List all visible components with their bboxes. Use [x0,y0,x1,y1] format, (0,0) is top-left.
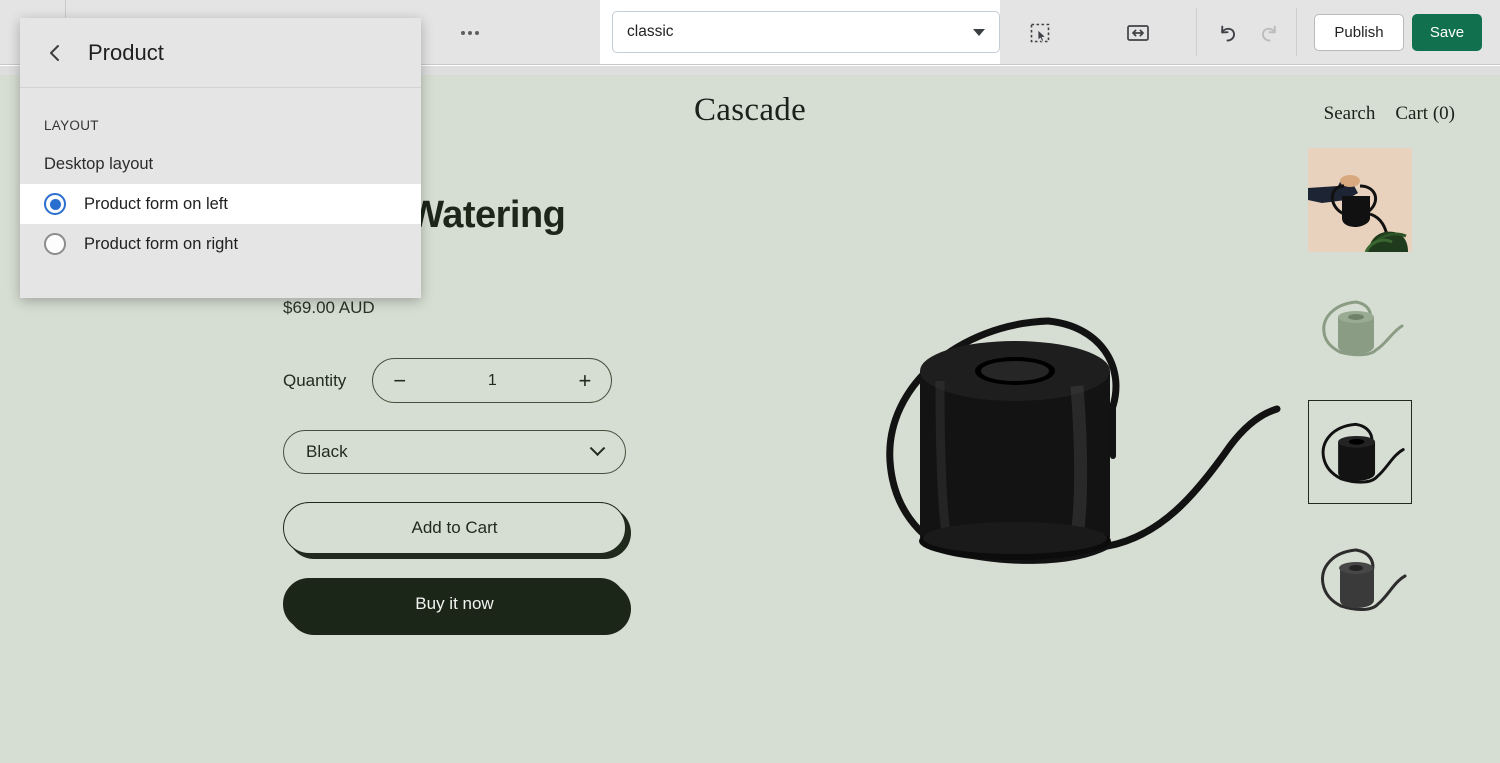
toolbar-divider [1296,8,1297,56]
ellipsis-icon [475,31,479,35]
editor-root: classic Publish Save Cascade Search Cart… [0,0,1500,763]
quantity-stepper[interactable]: − 1 + [372,358,613,403]
select-region-icon [1030,23,1050,43]
chevron-left-icon [50,44,59,61]
lifestyle-photo-thumbnail[interactable] [1308,148,1412,252]
radio-option-form-on-right[interactable]: Product form on right [20,224,421,264]
plus-icon[interactable]: + [578,369,591,392]
quantity-label: Quantity [283,370,347,390]
product-price: $69.00 AUD [283,298,375,317]
panel-header: Product [20,18,421,88]
panel-body: LAYOUT Desktop layout Product form on le… [20,88,421,298]
add-to-cart-button[interactable]: Add to Cart [283,502,626,554]
select-region-button[interactable] [1022,15,1058,51]
section-label: LAYOUT [44,118,99,133]
undo-arrow-icon [1221,25,1235,42]
save-button[interactable]: Save [1412,14,1482,51]
chevron-down-icon [589,439,606,456]
quantity-value: 1 [487,371,497,389]
nav-search-link[interactable]: Search [1324,103,1376,125]
product-thumbnail-list [1308,148,1412,630]
redo-button[interactable] [1251,15,1287,51]
undo-button[interactable] [1210,15,1246,51]
ellipsis-icon [461,31,465,35]
ellipsis-icon [468,31,472,35]
quantity-row: Quantity − 1 + [283,358,643,403]
radio-option-label: Product form on right [84,234,239,253]
radio-icon [44,193,66,215]
radio-icon [44,233,66,255]
store-nav: Search Cart (0) [1324,103,1455,125]
panel-back-button[interactable] [44,42,66,64]
variant-select[interactable]: Black [283,430,626,474]
fit-width-button[interactable] [1120,15,1156,51]
buy-it-now-button[interactable]: Buy it now [283,578,626,630]
panel-title: Product [88,39,164,65]
redo-arrow-icon [1262,25,1276,42]
radio-option-label: Product form on left [84,194,228,213]
caret-down-icon [973,28,985,36]
more-options-button[interactable] [450,18,490,48]
nav-cart-link[interactable]: Cart (0) [1395,103,1455,125]
variant-value: Black [306,442,348,461]
radio-option-form-on-left[interactable]: Product form on left [20,184,421,224]
sage-watering-can-thumbnail[interactable] [1308,274,1412,378]
black-watering-can-thumbnail[interactable] [1308,400,1412,504]
toolbar-divider [1196,8,1197,56]
minus-icon[interactable]: − [393,369,406,392]
page-selector-dropdown[interactable]: classic [612,11,1000,53]
fit-width-icon [1127,25,1149,41]
desktop-layout-label: Desktop layout [44,155,154,173]
product-settings-panel: Product LAYOUT Desktop layout Product fo… [20,18,421,298]
charcoal-watering-can-thumbnail[interactable] [1308,526,1412,630]
product-hero-image [886,317,1281,564]
page-selector-value: classic [627,23,674,40]
publish-button[interactable]: Publish [1314,14,1404,51]
